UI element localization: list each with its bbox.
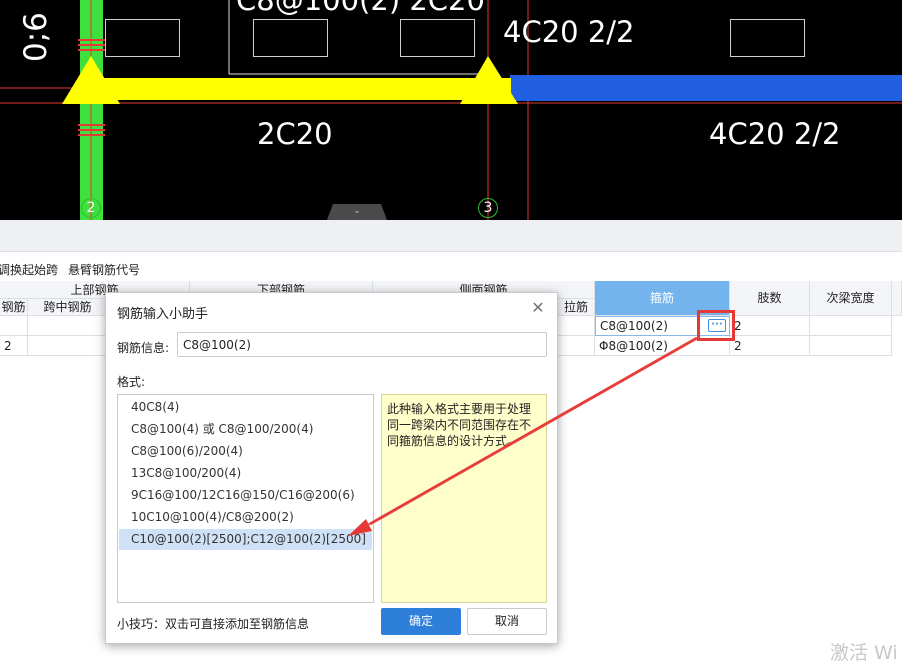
annotation-highlight-box xyxy=(697,310,735,341)
collapse-panel-tab[interactable]: ⌄ xyxy=(327,204,387,220)
header-extra xyxy=(892,281,902,316)
cad-mid-label: 2C20 xyxy=(257,117,333,151)
legs-cell-row1[interactable]: 2 xyxy=(730,316,810,336)
rebar-info-input[interactable] xyxy=(177,332,547,357)
format-item[interactable]: C8@100(6)/200(4) xyxy=(119,441,372,462)
toolbar: 调换起始跨 悬臂钢筋代号 xyxy=(0,256,902,280)
rebar-input-helper-dialog: 钢筋输入小助手 ✕ 钢筋信息: 格式: 40C8(4) C8@100(4) 或 … xyxy=(105,292,558,644)
format-description: 此种输入格式主要用于处理同一跨梁内不同范围存在不同箍筋信息的设计方式。 xyxy=(381,394,547,603)
cantilever-rebar-code-button[interactable]: 悬臂钢筋代号 xyxy=(68,261,140,278)
format-label: 格式: xyxy=(117,375,146,389)
grid-cell[interactable] xyxy=(558,316,595,336)
tip-text: 小技巧：双击可直接添加至钢筋信息 xyxy=(117,617,310,631)
cad-top-label: C8@100(2) 2C20 xyxy=(236,0,485,17)
cad-section-box xyxy=(400,19,475,57)
grid-cell[interactable] xyxy=(0,316,28,336)
format-item[interactable]: 40C8(4) xyxy=(119,397,372,418)
grid-cell[interactable] xyxy=(28,316,108,336)
cad-right-mid-label: 4C20 2/2 xyxy=(709,117,841,151)
cancel-button[interactable]: 取消 xyxy=(467,608,547,635)
grid-cell[interactable] xyxy=(810,336,892,356)
cad-right-top-label: 4C20 2/2 xyxy=(503,15,635,49)
grid-cell[interactable] xyxy=(810,316,892,336)
close-icon[interactable]: ✕ xyxy=(529,299,547,317)
cad-section-box xyxy=(253,19,328,57)
legs-cell-row2[interactable]: 2 xyxy=(730,336,810,356)
rebar-info-label: 钢筋信息: xyxy=(117,341,170,355)
swap-start-span-button[interactable]: 调换起始跨 xyxy=(0,261,58,278)
grid-cell[interactable] xyxy=(558,336,595,356)
watermark-text: 激活 Wi xyxy=(830,642,898,664)
beam-yellow xyxy=(91,78,511,100)
format-item[interactable]: 10C10@100(4)/C8@200(2) xyxy=(119,507,372,528)
axis-marker-3: 3 xyxy=(478,198,498,218)
format-item[interactable]: 9C16@100/12C16@150/C16@200(6) xyxy=(119,485,372,506)
cad-section-box xyxy=(105,19,180,57)
format-item[interactable]: 13C8@100/200(4) xyxy=(119,463,372,484)
cad-section-box xyxy=(730,19,805,57)
axis-marker-2: 2 xyxy=(81,198,101,218)
cad-canvas[interactable]: C8@100(2) 2C20 0;6 4C20 2/2 2C20 4C20 2/… xyxy=(0,0,902,220)
header-tie: 拉筋 xyxy=(558,299,595,316)
beam-blue xyxy=(510,75,902,101)
panel-splitter[interactable] xyxy=(0,220,902,252)
format-item[interactable]: C8@100(4) 或 C8@100/200(4) xyxy=(119,419,372,440)
format-item-selected[interactable]: C10@100(2)[2500];C12@100(2)[2500] xyxy=(119,529,372,550)
format-list[interactable]: 40C8(4) C8@100(4) 或 C8@100/200(4) C8@100… xyxy=(117,394,374,603)
header-mid-rebar: 跨中钢筋 xyxy=(28,299,108,316)
cad-left-label: 0;6 xyxy=(18,12,54,62)
header-secondary-width[interactable]: 次梁宽度 xyxy=(810,281,892,316)
ok-button[interactable]: 确定 xyxy=(381,608,461,635)
row2-first-cell[interactable]: 2 xyxy=(0,336,28,356)
grid-cell[interactable] xyxy=(28,336,108,356)
header-legs[interactable]: 肢数 xyxy=(730,281,810,316)
header-left-rebar: 钢筋 xyxy=(0,299,28,316)
dialog-title: 钢筋输入小助手 xyxy=(117,307,209,322)
